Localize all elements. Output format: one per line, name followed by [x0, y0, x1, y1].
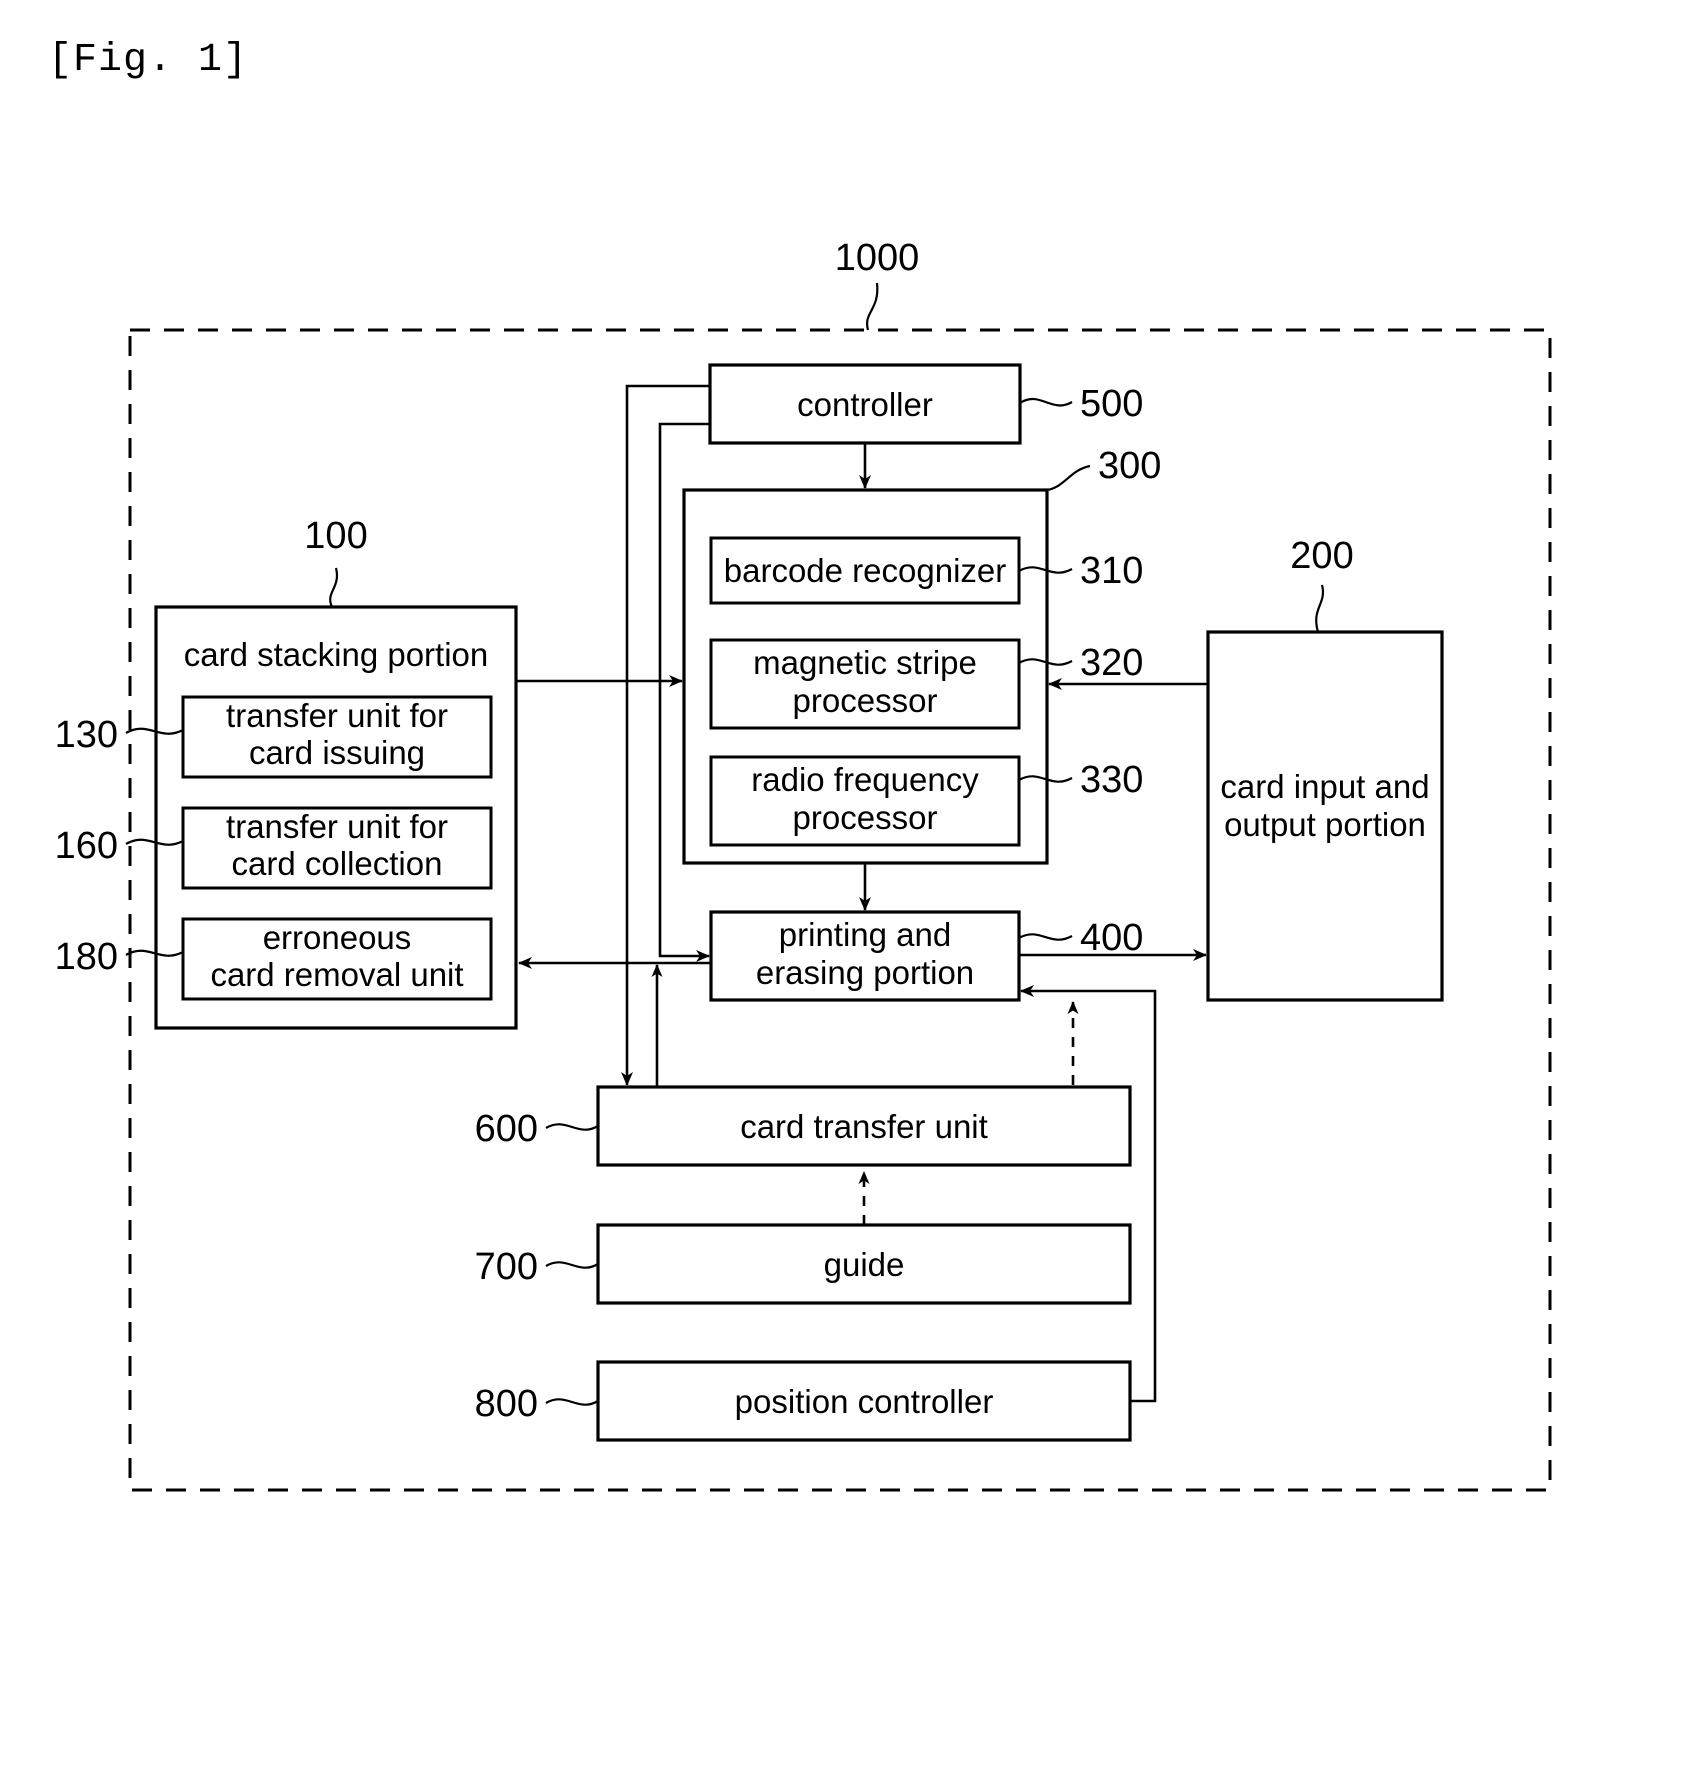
leader-line-1000: [865, 282, 879, 331]
magnetic-stripe-processor-label-line2: processor: [793, 682, 938, 719]
ref-label-330: 330: [1080, 759, 1143, 801]
ref-label-1000: 1000: [835, 237, 920, 279]
leader-line-200: [1315, 584, 1325, 633]
magnetic-stripe-processor-label-line1: magnetic stripe: [753, 644, 977, 681]
ref-label-180: 180: [55, 936, 118, 978]
controller-label: controller: [797, 386, 933, 423]
printing-erasing-portion-label-line1: printing and: [779, 916, 951, 953]
printing-erasing-portion-label-line2: erasing portion: [756, 954, 974, 991]
erroneous-card-removal-unit-label-line2: card removal unit: [210, 956, 463, 993]
transfer-unit-card-collection-label-line1: transfer unit for: [226, 808, 448, 845]
ref-label-200: 200: [1290, 535, 1353, 577]
card-transfer-unit-label: card transfer unit: [740, 1108, 988, 1145]
leader-line-100: [329, 567, 339, 608]
ref-label-130: 130: [55, 714, 118, 756]
leader-line-700: [545, 1261, 599, 1269]
barcode-recognizer-label: barcode recognizer: [724, 552, 1007, 589]
ref-label-400: 400: [1080, 917, 1143, 959]
ref-label-800: 800: [475, 1383, 538, 1425]
guide-label: guide: [824, 1246, 905, 1283]
ref-label-100: 100: [304, 515, 367, 557]
card-input-output-portion-label-line1: card input and: [1220, 768, 1429, 805]
leader-line-300: [1046, 464, 1091, 492]
position-controller-label: position controller: [735, 1383, 994, 1420]
transfer-unit-card-issuing-label-line1: transfer unit for: [226, 697, 448, 734]
line-position-controller-to-printing: [1020, 985, 1157, 1403]
transfer-unit-card-issuing-label-line2: card issuing: [249, 734, 425, 771]
ref-label-500: 500: [1080, 383, 1143, 425]
ref-label-700: 700: [475, 1246, 538, 1288]
radio-frequency-processor-label-line2: processor: [793, 799, 938, 836]
leader-line-600: [545, 1123, 599, 1131]
transfer-unit-card-collection-label-line2: card collection: [232, 845, 443, 882]
block-diagram: 1000 controller 500 300 barcode recogniz…: [0, 0, 1681, 1771]
card-stacking-portion-label: card stacking portion: [184, 636, 489, 673]
ref-label-600: 600: [475, 1108, 538, 1150]
leader-line-400: [1018, 933, 1073, 941]
ref-label-300: 300: [1098, 445, 1161, 487]
ref-label-160: 160: [55, 825, 118, 867]
radio-frequency-processor-label-line1: radio frequency: [751, 761, 979, 798]
leader-line-500: [1019, 397, 1073, 407]
ref-label-310: 310: [1080, 550, 1143, 592]
leader-line-800: [545, 1398, 599, 1406]
card-input-output-portion-label-line2: output portion: [1224, 806, 1426, 843]
ref-label-320: 320: [1080, 642, 1143, 684]
erroneous-card-removal-unit-label-line1: erroneous: [263, 919, 412, 956]
